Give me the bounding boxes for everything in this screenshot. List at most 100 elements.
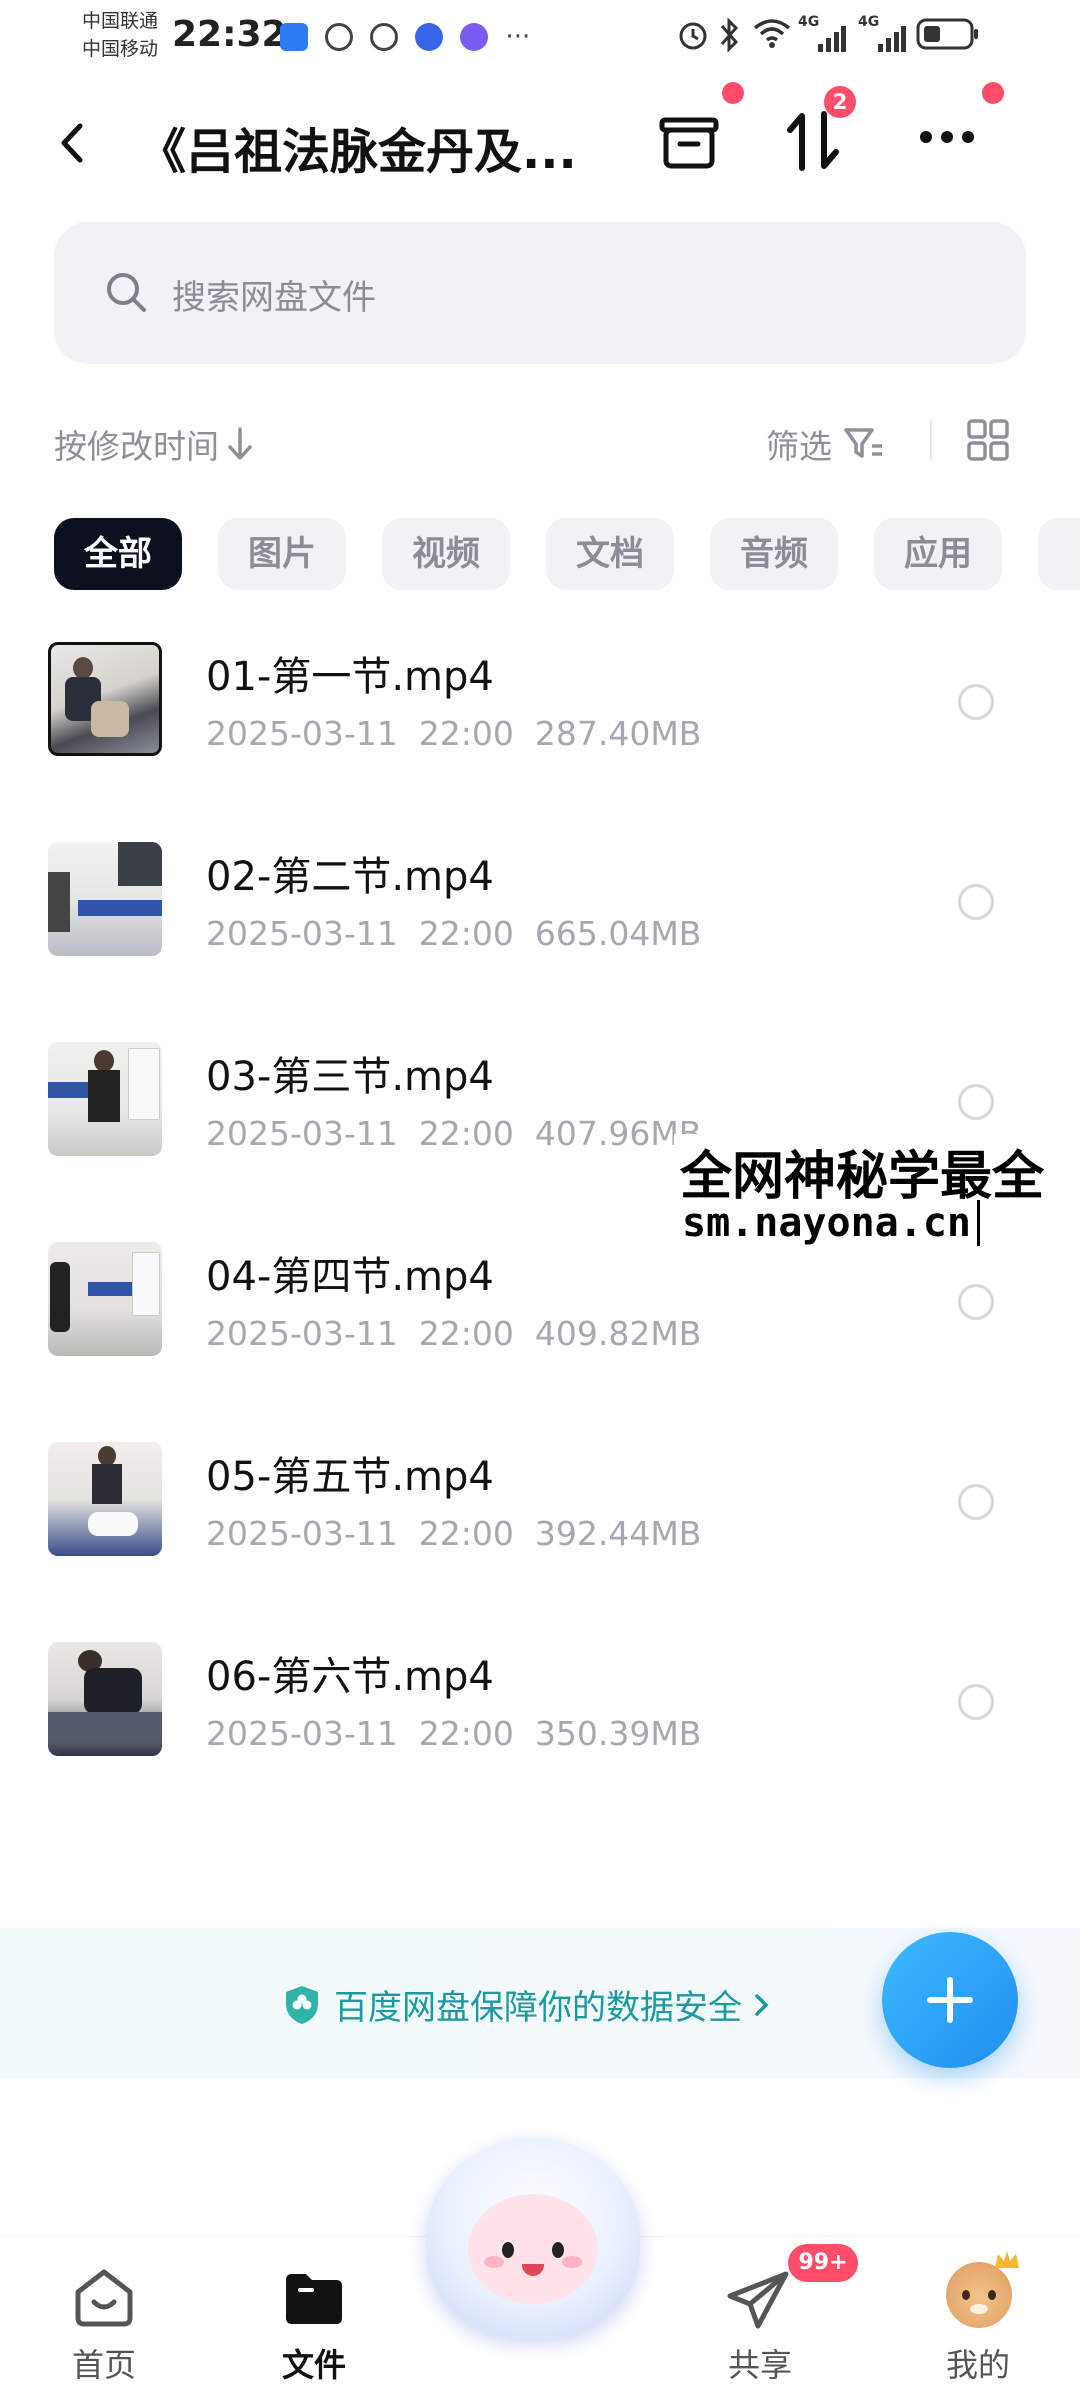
arrow-down-icon (228, 427, 252, 460)
status-time: 22:32 (172, 14, 287, 55)
file-name: 06-第六节.mp4 (206, 1654, 494, 1700)
file-time: 22:00 (418, 1714, 514, 1753)
file-size: 287.40MB (534, 714, 702, 753)
carrier-2: 中国移动 (82, 38, 159, 60)
mascot-eye (502, 2242, 514, 2258)
video-thumbnail (48, 842, 162, 956)
search-input[interactable]: 搜索网盘文件 (54, 222, 1026, 364)
file-meta: 2025-03-11 22:00 409.82MB (206, 1314, 701, 1353)
add-button[interactable] (882, 1932, 1018, 2068)
category-chip-more[interactable] (1038, 518, 1080, 590)
status-bar: 中国联通 中国移动 22:32 ··· 4G 4G (0, 0, 1080, 80)
file-meta: 2025-03-11 22:00 287.40MB (206, 714, 701, 753)
list-item[interactable]: 02-第二节.mp4 2025-03-11 22:00 665.04MB (0, 810, 1080, 1014)
file-date: 2025-03-11 (206, 714, 398, 753)
divider (930, 420, 932, 460)
wifi-icon (753, 19, 791, 48)
file-time: 22:00 (418, 914, 514, 953)
file-meta: 2025-03-11 22:00 392.44MB (206, 1514, 701, 1553)
share-badge: 99+ (788, 2244, 858, 2282)
file-date: 2025-03-11 (206, 1714, 398, 1753)
plus-icon (927, 1977, 973, 2023)
grid-view-icon[interactable] (966, 418, 1010, 462)
nav-files[interactable]: 文件 (244, 2254, 384, 2394)
list-item[interactable]: 06-第六节.mp4 2025-03-11 22:00 350.39MB (0, 1610, 1080, 1814)
category-chip-all[interactable]: 全部 (54, 518, 182, 590)
home-icon (75, 2269, 133, 2327)
transfer-badge: 2 (824, 86, 856, 118)
carrier-1: 中国联通 (82, 10, 159, 32)
archive-red-dot (722, 82, 744, 104)
bluetooth-icon (720, 17, 739, 53)
nav-home[interactable]: 首页 (34, 2254, 174, 2394)
nav-share-label: 共享 (727, 2346, 792, 2384)
paper-plane-icon (727, 2271, 789, 2329)
nav-mine-label: 我的 (945, 2346, 1010, 2384)
video-thumbnail (48, 1242, 162, 1356)
video-thumbnail (48, 1642, 162, 1756)
mascot-cheek (484, 2256, 504, 2268)
app-notification-icon (325, 23, 354, 51)
file-name: 05-第五节.mp4 (206, 1454, 494, 1500)
list-item[interactable]: 05-第五节.mp4 2025-03-11 22:00 392.44MB (0, 1410, 1080, 1614)
battery-icon (916, 18, 978, 50)
filter-icon (844, 428, 882, 458)
app-notification-icon (280, 23, 308, 51)
file-meta: 2025-03-11 22:00 665.04MB (206, 914, 701, 953)
folder-icon (286, 2274, 342, 2324)
select-radio[interactable] (958, 1684, 994, 1720)
security-link[interactable]: 百度网盘保障你的数据安全 (282, 1980, 774, 2029)
mascot-eye (552, 2242, 564, 2258)
file-name: 01-第一节.mp4 (206, 654, 494, 700)
category-chip-docs[interactable]: 文档 (546, 518, 674, 590)
category-chip-apps[interactable]: 应用 (874, 518, 1002, 590)
file-name: 04-第四节.mp4 (206, 1254, 494, 1300)
file-size: 409.82MB (534, 1314, 702, 1353)
file-date: 2025-03-11 (206, 1514, 398, 1553)
nav-home-label: 首页 (71, 2346, 136, 2384)
chevron-right-icon (755, 1993, 769, 2016)
file-date: 2025-03-11 (206, 1114, 398, 1153)
nav-files-label: 文件 (281, 2346, 346, 2384)
sort-label: 按修改时间 (54, 427, 219, 466)
file-size: 350.39MB (534, 1714, 702, 1753)
list-item[interactable]: 01-第一节.mp4 2025-03-11 22:00 287.40MB (0, 610, 1080, 814)
watermark-text: 全网神秘学最全 (674, 1134, 1051, 1209)
sort-button[interactable]: 按修改时间 (54, 420, 255, 468)
video-thumbnail (48, 1042, 162, 1156)
search-placeholder: 搜索网盘文件 (172, 278, 376, 318)
more-icon[interactable] (916, 126, 978, 148)
music-icon (460, 23, 489, 51)
back-button[interactable] (52, 118, 92, 168)
filter-label: 筛选 (766, 427, 832, 466)
select-radio[interactable] (958, 684, 994, 720)
mascot-cheek (562, 2256, 582, 2268)
select-radio[interactable] (958, 1284, 994, 1320)
file-name: 02-第二节.mp4 (206, 854, 494, 900)
select-radio[interactable] (958, 884, 994, 920)
video-thumbnail (48, 642, 162, 756)
category-chip-images[interactable]: 图片 (218, 518, 346, 590)
file-meta: 2025-03-11 22:00 407.96MB (206, 1114, 701, 1153)
category-chip-audio[interactable]: 音频 (710, 518, 838, 590)
transfer-icon[interactable] (784, 108, 844, 174)
file-date: 2025-03-11 (206, 914, 398, 953)
app-notification-icon (370, 23, 399, 51)
select-radio[interactable] (958, 1084, 994, 1120)
file-name: 03-第三节.mp4 (206, 1054, 494, 1100)
filter-button[interactable]: 筛选 (766, 420, 886, 468)
search-icon (107, 273, 146, 312)
signal-icon (878, 26, 906, 52)
shield-icon (286, 1985, 318, 2024)
baidu-paw-icon (415, 23, 444, 51)
more-notifications: ··· (505, 22, 531, 52)
category-chip-videos[interactable]: 视频 (382, 518, 510, 590)
file-time: 22:00 (418, 714, 514, 753)
more-red-dot (982, 82, 1004, 104)
nav-mine[interactable]: 我的 (908, 2251, 1048, 2394)
select-radio[interactable] (958, 1484, 994, 1520)
nav-assistant-mascot[interactable] (426, 2138, 640, 2338)
alarm-icon (679, 22, 707, 50)
archive-icon[interactable] (656, 110, 722, 176)
page-title: 《吕祖法脉金丹及... (138, 124, 577, 180)
